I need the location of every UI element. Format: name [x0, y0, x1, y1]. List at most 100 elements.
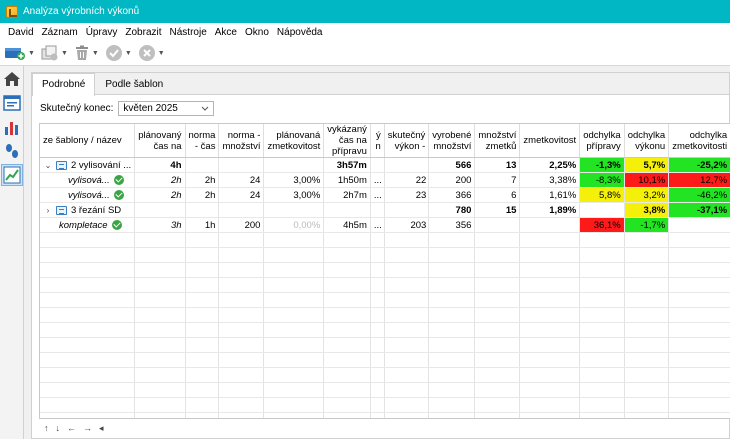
- chevron-down-icon[interactable]: ▼: [158, 50, 165, 57]
- table-cell[interactable]: [218, 202, 265, 218]
- table-cell[interactable]: 2h: [185, 187, 220, 203]
- table-cell[interactable]: 3,00%: [263, 172, 325, 188]
- sidebar-item-steps[interactable]: [1, 140, 23, 162]
- delete-button[interactable]: ▼: [74, 45, 99, 61]
- table-cell[interactable]: [185, 202, 220, 218]
- nav-down-arrow-icon[interactable]: ↓: [56, 423, 61, 434]
- table-cell[interactable]: 780: [428, 202, 476, 218]
- table-cell[interactable]: 6: [474, 187, 521, 203]
- sidebar-item-records[interactable]: [1, 92, 23, 114]
- menu-okno[interactable]: Okno: [241, 27, 273, 38]
- table-cell[interactable]: -1,7%: [624, 217, 670, 233]
- col-header[interactable]: zmetkovitost: [519, 124, 581, 158]
- table-cell[interactable]: 24: [218, 172, 265, 188]
- row-name-cell[interactable]: vylisová...: [40, 187, 136, 203]
- row-name-cell[interactable]: vylisová...: [40, 172, 136, 188]
- table-cell[interactable]: 3,8%: [624, 202, 670, 218]
- table-cell[interactable]: -46,2%: [668, 187, 730, 203]
- col-header[interactable]: plánovaná zmetkovitost: [263, 124, 325, 158]
- collapse-chevron-icon[interactable]: ⌄: [43, 161, 53, 170]
- table-cell[interactable]: 3,00%: [263, 187, 325, 203]
- menu-zobrazit[interactable]: Zobrazit: [121, 27, 165, 38]
- table-cell[interactable]: 203: [384, 217, 430, 233]
- table-row[interactable]: › 3 řezání SD 780 15 1,89% 3,8% -37,1%: [40, 202, 730, 218]
- table-cell[interactable]: [263, 157, 325, 173]
- col-header[interactable]: odchylka výkonu: [624, 124, 670, 158]
- tab-podle-sablon[interactable]: Podle šablon: [95, 73, 173, 95]
- chevron-down-icon[interactable]: ▼: [61, 50, 68, 57]
- sidebar-item-charts[interactable]: [1, 116, 23, 138]
- table-cell[interactable]: [370, 157, 385, 173]
- table-cell[interactable]: 1,89%: [519, 202, 581, 218]
- table-cell[interactable]: 3,2%: [624, 187, 670, 203]
- table-cell[interactable]: [384, 202, 430, 218]
- sidebar-item-home[interactable]: [1, 68, 23, 90]
- table-row[interactable]: vylisová... 2h 2h 24 3,00% 1h50m... 22 200 7 3,38…: [40, 172, 730, 188]
- table-cell[interactable]: [668, 217, 730, 233]
- tab-podrobne[interactable]: Podrobné: [32, 73, 96, 96]
- table-row[interactable]: vylisová... 2h 2h 24 3,00% 2h7m... 23 366 6 1,61%…: [40, 187, 730, 203]
- menu-zaznam[interactable]: Záznam: [38, 27, 82, 38]
- table-cell[interactable]: 2h: [185, 172, 220, 188]
- col-header[interactable]: norma - množství: [218, 124, 265, 158]
- table-cell[interactable]: 0,00%: [263, 217, 325, 233]
- col-header[interactable]: ý n: [370, 124, 385, 158]
- row-name-cell[interactable]: ⌄ 2 vylisování ...: [40, 157, 136, 173]
- table-cell[interactable]: ...: [370, 187, 385, 203]
- table-cell[interactable]: [263, 202, 325, 218]
- table-cell[interactable]: 1h: [185, 217, 220, 233]
- table-cell[interactable]: 366: [428, 187, 476, 203]
- menu-napoveda[interactable]: Nápověda: [273, 27, 327, 38]
- table-cell[interactable]: 200: [218, 217, 265, 233]
- nav-right-arrow-icon[interactable]: →: [83, 423, 92, 434]
- table-cell[interactable]: 5,8%: [579, 187, 625, 203]
- table-cell[interactable]: ...: [370, 172, 385, 188]
- chevron-down-icon[interactable]: ▼: [92, 50, 99, 57]
- col-header[interactable]: vyrobené množství: [428, 124, 476, 158]
- row-name-cell[interactable]: kompletace: [40, 217, 136, 233]
- table-cell[interactable]: ...: [370, 217, 385, 233]
- col-header[interactable]: množství zmetků: [474, 124, 521, 158]
- table-cell[interactable]: [323, 202, 371, 218]
- sidebar-item-analysis[interactable]: [1, 164, 23, 186]
- col-header[interactable]: ze šablony / název: [40, 124, 136, 158]
- table-cell[interactable]: 12,7%: [668, 172, 730, 188]
- cancel-button[interactable]: ▼: [138, 44, 165, 62]
- col-header[interactable]: norma - čas: [185, 124, 220, 158]
- table-row[interactable]: ⌄ 2 vylisování ... 4h 3h57m 566 13 2,25% -1,3% 5…: [40, 157, 730, 173]
- col-header[interactable]: vykázaný čas na přípravu: [323, 124, 371, 158]
- table-cell[interactable]: 24: [218, 187, 265, 203]
- col-header[interactable]: skutečný výkon -: [384, 124, 430, 158]
- nav-up-arrow-icon[interactable]: ↑: [44, 423, 49, 434]
- table-cell[interactable]: 1h50m: [323, 172, 371, 188]
- col-header[interactable]: plánovaný čas na: [134, 124, 186, 158]
- table-cell[interactable]: 36,1%: [579, 217, 625, 233]
- table-cell[interactable]: [134, 202, 186, 218]
- table-cell[interactable]: [519, 217, 581, 233]
- menu-david[interactable]: David: [4, 27, 38, 38]
- chevron-down-icon[interactable]: ▼: [28, 50, 35, 57]
- nav-collapse-icon[interactable]: ◂: [99, 423, 104, 434]
- table-cell[interactable]: -37,1%: [668, 202, 730, 218]
- expand-chevron-icon[interactable]: ›: [43, 206, 53, 215]
- nav-left-arrow-icon[interactable]: ←: [67, 423, 76, 434]
- chevron-down-icon[interactable]: ▼: [125, 50, 132, 57]
- table-cell[interactable]: [185, 157, 220, 173]
- table-cell[interactable]: [579, 202, 625, 218]
- menu-upravy[interactable]: Úpravy: [82, 27, 122, 38]
- table-cell[interactable]: 4h: [134, 157, 186, 173]
- col-header[interactable]: odchylka zmetkovitosti: [668, 124, 730, 158]
- table-cell[interactable]: 23: [384, 187, 430, 203]
- table-cell[interactable]: -8,3%: [579, 172, 625, 188]
- table-cell[interactable]: [218, 157, 265, 173]
- menu-akce[interactable]: Akce: [211, 27, 241, 38]
- col-header[interactable]: odchylka přípravy: [579, 124, 625, 158]
- table-cell[interactable]: 2h: [134, 172, 186, 188]
- table-cell[interactable]: -1,3%: [579, 157, 625, 173]
- table-cell[interactable]: 3h57m: [323, 157, 371, 173]
- table-cell[interactable]: 15: [474, 202, 521, 218]
- table-row[interactable]: kompletace 3h 1h 200 0,00% 4h5m... 203 356 36,1%…: [40, 217, 730, 233]
- menu-nastroje[interactable]: Nástroje: [166, 27, 211, 38]
- copy-record-button[interactable]: ▼: [41, 45, 68, 61]
- table-cell[interactable]: [384, 157, 430, 173]
